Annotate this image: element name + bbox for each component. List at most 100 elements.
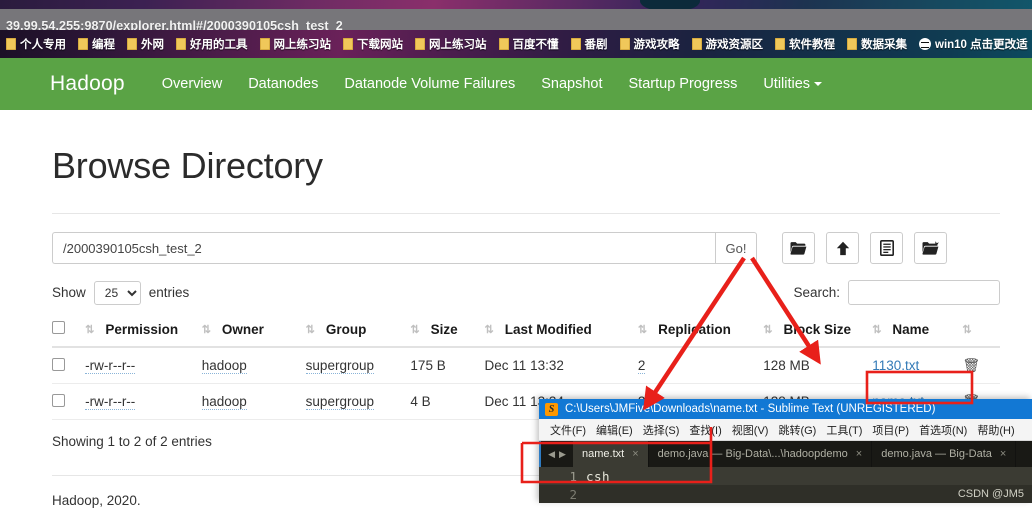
sublime-menu-item[interactable]: 项目(P) [867, 422, 914, 438]
trash-icon[interactable]: 🗑 [962, 357, 980, 373]
column-header-last-modified[interactable]: ⇅ Last Modified [484, 318, 638, 348]
select-all-checkbox[interactable] [52, 321, 65, 334]
bookmark-item-11[interactable]: 软件教程 [769, 30, 841, 58]
permission-cell: -rw-r--r-- [85, 383, 202, 420]
sublime-menu-item[interactable]: 选择(S) [638, 422, 685, 438]
sort-icon: ⇅ [410, 324, 420, 336]
bookmark-label: 网上练习站 [429, 39, 487, 51]
sublime-tab[interactable]: demo.java — Big-Data × [872, 441, 1017, 467]
replication[interactable]: 2 [637, 358, 646, 374]
sublime-menu-item[interactable]: 跳转(G) [773, 422, 821, 438]
nav-link-utilities[interactable]: Utilities [750, 58, 835, 110]
owner[interactable]: hadoop [201, 394, 247, 410]
table-header-row: ⇅ Permission ⇅ Owner ⇅ Group ⇅ Size ⇅ Last Modifi… [52, 318, 1000, 348]
column-header-owner[interactable]: ⇅ Owner [201, 318, 306, 348]
folder-icon [415, 38, 425, 50]
bookmark-item-13[interactable]: win10 点击更改适 [913, 30, 1032, 58]
sublime-title: C:\Users\JMFive\Downloads\name.txt - Sub… [565, 403, 936, 415]
bookmark-item-7[interactable]: 百度不懂 [493, 30, 565, 58]
row-select-cell [52, 347, 86, 384]
sublime-tabbar: ◀ ▶ name.txt × demo.java — Big-Data\...\ha… [539, 441, 1032, 467]
bookmark-item-4[interactable]: 网上练习站 [254, 30, 338, 58]
sublime-tab[interactable]: name.txt × [573, 441, 649, 467]
block-size-cell: 128 MB [763, 347, 873, 384]
sublime-menu-item[interactable]: 视图(V) [727, 422, 774, 438]
column-header-label: Group [325, 322, 367, 337]
column-header-size[interactable]: ⇅ Size [410, 318, 485, 348]
sublime-menu-item[interactable]: 首选项(N) [914, 422, 972, 438]
line-number: 2 [569, 486, 577, 502]
column-header-block-size[interactable]: ⇅ Block Size [763, 318, 873, 348]
bookmark-item-3[interactable]: 好用的工具 [170, 30, 254, 58]
sublime-menu-item[interactable]: 编辑(E) [591, 422, 638, 438]
bookmark-item-5[interactable]: 下载网站 [337, 30, 409, 58]
browse-folder-button[interactable] [782, 232, 815, 264]
row-checkbox[interactable] [52, 357, 65, 371]
directory-path-input[interactable] [52, 232, 715, 264]
row-checkbox[interactable] [52, 393, 65, 407]
sublime-titlebar: S C:\Users\JMFive\Downloads\name.txt - S… [539, 399, 1032, 419]
sublime-text-window[interactable]: S C:\Users\JMFive\Downloads\name.txt - S… [539, 399, 1032, 503]
tab-prev-icon[interactable]: ◀ [548, 449, 555, 460]
watermark: CSDN @JM5 [957, 488, 1024, 500]
bookmark-item-8[interactable]: 番剧 [565, 30, 614, 58]
sublime-tab[interactable]: demo.java — Big-Data\...\hadoopdemo × [649, 441, 873, 467]
bookmark-item-2[interactable]: 外网 [121, 30, 170, 58]
folder-icon [176, 38, 186, 50]
sublime-menu-item[interactable]: 文件(F) [545, 422, 591, 438]
sort-icon: ⇅ [872, 324, 882, 336]
nav-links: Overview Datanodes Datanode Volume Failure… [149, 58, 835, 110]
bookmark-item-0[interactable]: 个人专用 [0, 30, 72, 58]
permission[interactable]: -rw-r--r-- [85, 358, 136, 374]
owner[interactable]: hadoop [201, 358, 247, 374]
go-button[interactable]: Go! [715, 232, 757, 264]
sublime-menu-item[interactable]: 查找(I) [684, 422, 726, 438]
clipboard-button[interactable] [870, 232, 903, 264]
bookmark-item-9[interactable]: 游戏攻略 [614, 30, 686, 58]
chevron-down-icon [814, 82, 823, 87]
code-line[interactable]: 1 csh [539, 467, 1032, 485]
bookmark-label: 外网 [141, 39, 164, 51]
column-header-permission[interactable]: ⇅ Permission [85, 318, 202, 348]
tab-nav-arrows[interactable]: ◀ ▶ [541, 441, 573, 467]
nav-link-snapshot[interactable]: Snapshot [528, 58, 615, 110]
new-folder-button[interactable] [914, 232, 947, 264]
group[interactable]: supergroup [305, 358, 374, 374]
nav-link-startup-progress[interactable]: Startup Progress [616, 58, 751, 110]
nav-link-datanodes[interactable]: Datanodes [235, 58, 331, 110]
nav-link-datanode-volume-failures[interactable]: Datanode Volume Failures [331, 58, 528, 110]
close-icon[interactable]: × [856, 448, 862, 460]
address-bar[interactable]: 39.99.54.255:9870/explorer.html#/2000390… [0, 9, 1032, 33]
bookmark-item-6[interactable]: 网上练习站 [409, 30, 493, 58]
bookmark-label: 百度不懂 [512, 39, 559, 51]
tab-next-icon[interactable]: ▶ [559, 449, 566, 460]
sublime-menu-item[interactable]: 工具(T) [821, 422, 867, 438]
bookmark-item-10[interactable]: 游戏资源区 [686, 30, 770, 58]
brand-logo[interactable]: Hadoop [50, 72, 125, 96]
group[interactable]: supergroup [305, 394, 374, 410]
size-cell: 4 B [410, 383, 485, 420]
column-header-group[interactable]: ⇅ Group [305, 318, 411, 348]
upload-button[interactable] [826, 232, 859, 264]
nav-link-overview[interactable]: Overview [149, 58, 235, 110]
size-cell: 175 B [410, 347, 485, 384]
permission[interactable]: -rw-r--r-- [85, 394, 136, 410]
title-divider [52, 213, 1000, 214]
folder-icon [498, 38, 509, 50]
browser-chrome: 39.99.54.255:9870/explorer.html#/2000390… [0, 0, 1032, 58]
sublime-menu-item[interactable]: 帮助(H) [972, 422, 1019, 438]
show-entries-group: Show 2550100 entries [52, 280, 189, 305]
file-name-link[interactable]: 1130.txt [872, 358, 919, 373]
close-icon[interactable]: × [632, 448, 638, 460]
column-header-replication[interactable]: ⇅ Replication [637, 318, 764, 348]
bookmark-label: 下载网站 [357, 39, 403, 51]
bookmark-item-1[interactable]: 编程 [72, 30, 121, 58]
entries-select[interactable]: 2550100 [93, 280, 141, 305]
group-cell: supergroup [305, 383, 411, 420]
column-header-name[interactable]: ⇅ Name [872, 318, 963, 348]
search-input[interactable] [848, 280, 1000, 305]
close-icon[interactable]: × [1000, 448, 1006, 460]
sublime-tab-label: demo.java — Big-Data [881, 448, 992, 460]
bookmark-item-12[interactable]: 数据采集 [841, 30, 913, 58]
bookmark-label: 网上练习站 [273, 39, 332, 51]
